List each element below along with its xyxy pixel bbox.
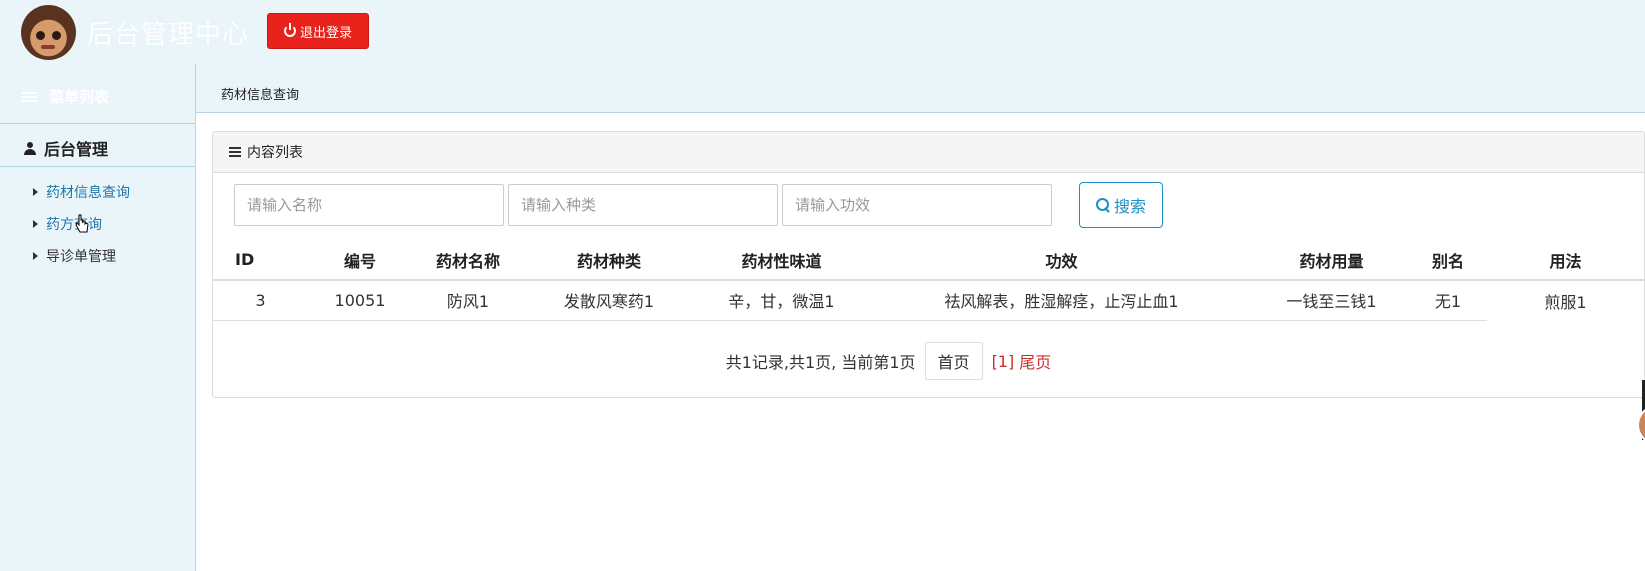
column-header: 别名 bbox=[1409, 240, 1487, 281]
last-page-link[interactable]: 尾页 bbox=[1019, 349, 1051, 373]
header: 后台管理中心 退出登录 bbox=[0, 0, 1645, 64]
pagination-summary: 共1记录,共1页, 当前第1页 bbox=[725, 353, 916, 372]
search-button-label: 搜索 bbox=[1113, 197, 1146, 216]
column-header: ID bbox=[213, 240, 308, 281]
sidebar-item-label: 药方查询 bbox=[46, 217, 102, 233]
table-cell: 3 bbox=[213, 280, 308, 321]
list-icon bbox=[229, 145, 241, 159]
menu-title: 菜单列表 bbox=[22, 86, 109, 107]
table-cell: 无1 bbox=[1409, 280, 1487, 321]
column-header: 编号 bbox=[308, 240, 412, 281]
logout-label: 退出登录 bbox=[299, 25, 352, 41]
table-cell: 一钱至三钱1 bbox=[1254, 280, 1409, 321]
column-header: 药材用量 bbox=[1254, 240, 1409, 281]
name-search-input[interactable] bbox=[234, 184, 504, 226]
herb-table: ID 编号 药材名称 药材种类 药材性味道 功效 药材用量 别名 用法 3 10… bbox=[213, 240, 1644, 321]
menu-icon bbox=[22, 90, 37, 104]
tab-herb-query[interactable]: 药材信息查询 bbox=[221, 84, 299, 103]
column-header: 药材性味道 bbox=[694, 240, 869, 281]
sidebar-item-label: 药材信息查询 bbox=[46, 185, 130, 201]
table-cell: 10051 bbox=[308, 280, 412, 321]
column-header: 功效 bbox=[869, 240, 1254, 281]
column-header: 药材名称 bbox=[412, 240, 524, 281]
table-cell: 防风1 bbox=[412, 280, 524, 321]
menu-title-label: 菜单列表 bbox=[49, 88, 110, 106]
category-search-input[interactable] bbox=[508, 184, 778, 226]
table-row: 3 10051 防风1 发散风寒药1 辛，甘，微温1 祛风解表，胜湿解痉，止泻止… bbox=[213, 280, 1644, 321]
column-header: 用法 bbox=[1487, 240, 1644, 281]
panel-header: 内容列表 bbox=[213, 132, 1644, 173]
caret-right-icon bbox=[33, 252, 38, 260]
sidebar-divider bbox=[0, 123, 195, 124]
power-icon bbox=[283, 23, 296, 37]
sidebar-item-label: 导诊单管理 bbox=[46, 249, 116, 265]
content-panel: 内容列表 搜索 ID 编号 药材名称 药材种类 药材性味道 功效 药材用量 别名 bbox=[212, 131, 1645, 398]
table-cell: 辛，甘，微温1 bbox=[694, 280, 869, 321]
sidebar: 菜单列表 后台管理 药材信息查询 药方查询 导诊单管理 bbox=[0, 64, 196, 571]
page-number-link[interactable]: [1] bbox=[992, 352, 1015, 371]
sidebar-item-guide-management[interactable]: 导诊单管理 bbox=[33, 246, 116, 266]
table-header-row: ID 编号 药材名称 药材种类 药材性味道 功效 药材用量 别名 用法 bbox=[213, 240, 1644, 281]
table-cell: 煎服1 bbox=[1544, 292, 1587, 312]
hand-cursor-icon bbox=[75, 214, 89, 233]
sidebar-divider bbox=[0, 166, 195, 167]
sidebar-group-admin[interactable]: 后台管理 bbox=[24, 136, 108, 160]
effect-search-input[interactable] bbox=[782, 184, 1052, 226]
first-page-button[interactable]: 首页 bbox=[924, 342, 983, 380]
user-icon bbox=[24, 141, 36, 155]
pagination: 共1记录,共1页, 当前第1页 首页 [1] 尾页 bbox=[213, 342, 1644, 380]
sidebar-group-label: 后台管理 bbox=[44, 140, 109, 159]
table-cell: 发散风寒药1 bbox=[524, 280, 694, 321]
search-icon bbox=[1095, 198, 1110, 212]
caret-right-icon bbox=[33, 220, 38, 228]
sidebar-item-herb-query[interactable]: 药材信息查询 bbox=[33, 182, 130, 202]
logout-button[interactable]: 退出登录 bbox=[267, 13, 369, 49]
table-cell: 祛风解表，胜湿解痉，止泻止血1 bbox=[869, 280, 1254, 321]
avatar bbox=[21, 5, 76, 60]
sidebar-item-prescription-query[interactable]: 药方查询 bbox=[33, 214, 102, 234]
search-button[interactable]: 搜索 bbox=[1079, 182, 1163, 228]
caret-right-icon bbox=[33, 188, 38, 196]
panel-title: 内容列表 bbox=[247, 145, 303, 161]
column-header: 药材种类 bbox=[524, 240, 694, 281]
app-title: 后台管理中心 bbox=[87, 20, 250, 50]
